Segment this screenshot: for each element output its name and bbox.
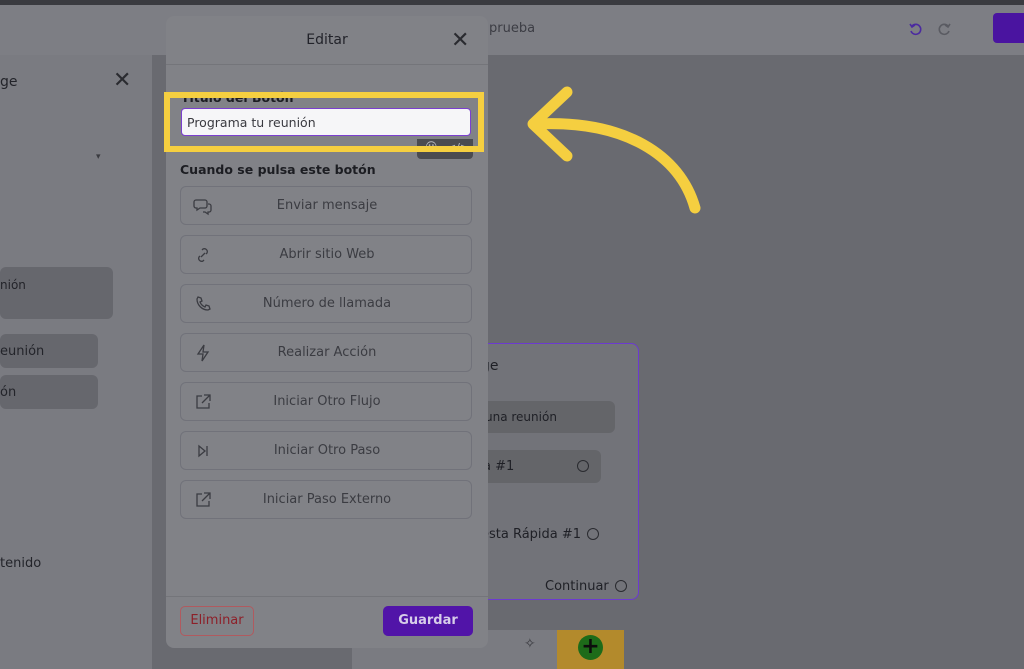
option-label: Enviar mensaje: [276, 198, 378, 213]
chevron-down-icon[interactable]: ▾: [96, 152, 101, 162]
left-panel-item-label: nión: [0, 278, 26, 292]
option-label: Número de llamada: [262, 296, 392, 311]
radio-icon[interactable]: [577, 460, 589, 472]
option-label: Iniciar Otro Flujo: [273, 394, 381, 409]
card-button-label: una reunión: [485, 410, 557, 424]
radio-icon[interactable]: [587, 528, 599, 540]
option-call-number[interactable]: Número de llamada: [180, 284, 472, 323]
card-option[interactable]: a #1: [481, 450, 601, 483]
delete-button[interactable]: Eliminar: [180, 606, 254, 636]
option-start-other-step[interactable]: Iniciar Otro Paso: [180, 431, 472, 470]
modal-title: Editar: [306, 32, 348, 48]
left-panel-item[interactable]: ón: [0, 375, 98, 409]
close-icon[interactable]: ✕: [451, 30, 469, 52]
left-panel-item-label: eunión: [0, 344, 45, 359]
radio-icon[interactable]: [615, 580, 627, 592]
option-label: Iniciar Otro Paso: [273, 443, 381, 458]
option-start-external-step[interactable]: Iniciar Paso Externo: [180, 480, 472, 519]
option-perform-action[interactable]: Realizar Acción: [180, 333, 472, 372]
option-open-website[interactable]: Abrir sitio Web: [180, 235, 472, 274]
sparkle-icon[interactable]: ✧: [524, 636, 536, 652]
highlight-box: [164, 92, 484, 152]
when-pressed-label: Cuando se pulsa este botón: [180, 162, 376, 177]
modal-footer-divider: [166, 596, 488, 597]
flow-step-card[interactable]: ge una reunión a #1 esta Rápida #1 Conti…: [480, 343, 639, 600]
card-button-pill[interactable]: una reunión: [481, 401, 615, 433]
left-panel-item[interactable]: eunión: [0, 334, 98, 368]
option-label: Abrir sitio Web: [279, 247, 375, 262]
redo-icon[interactable]: [936, 21, 952, 37]
left-panel-selected-item[interactable]: nión: [0, 267, 113, 319]
annotation-arrow-icon: [527, 86, 701, 214]
publish-button[interactable]: [993, 13, 1024, 43]
close-icon[interactable]: ✕: [113, 70, 131, 92]
option-label: Iniciar Paso Externo: [262, 492, 392, 507]
save-button[interactable]: Guardar: [383, 606, 473, 636]
option-start-other-flow[interactable]: Iniciar Otro Flujo: [180, 382, 472, 421]
left-panel-title: ge: [0, 74, 18, 90]
left-panel-footer-label: tenido: [0, 556, 42, 571]
option-label: Realizar Acción: [277, 345, 377, 360]
undo-icon[interactable]: [908, 21, 924, 37]
left-panel-item-label: ón: [0, 385, 17, 400]
flow-name: prueba: [489, 21, 536, 36]
card-continue-label: Continuar: [545, 579, 609, 594]
option-send-message[interactable]: Enviar mensaje: [180, 186, 472, 225]
add-step-button[interactable]: +: [578, 635, 603, 660]
card-quick-reply: esta Rápida #1: [481, 527, 582, 542]
